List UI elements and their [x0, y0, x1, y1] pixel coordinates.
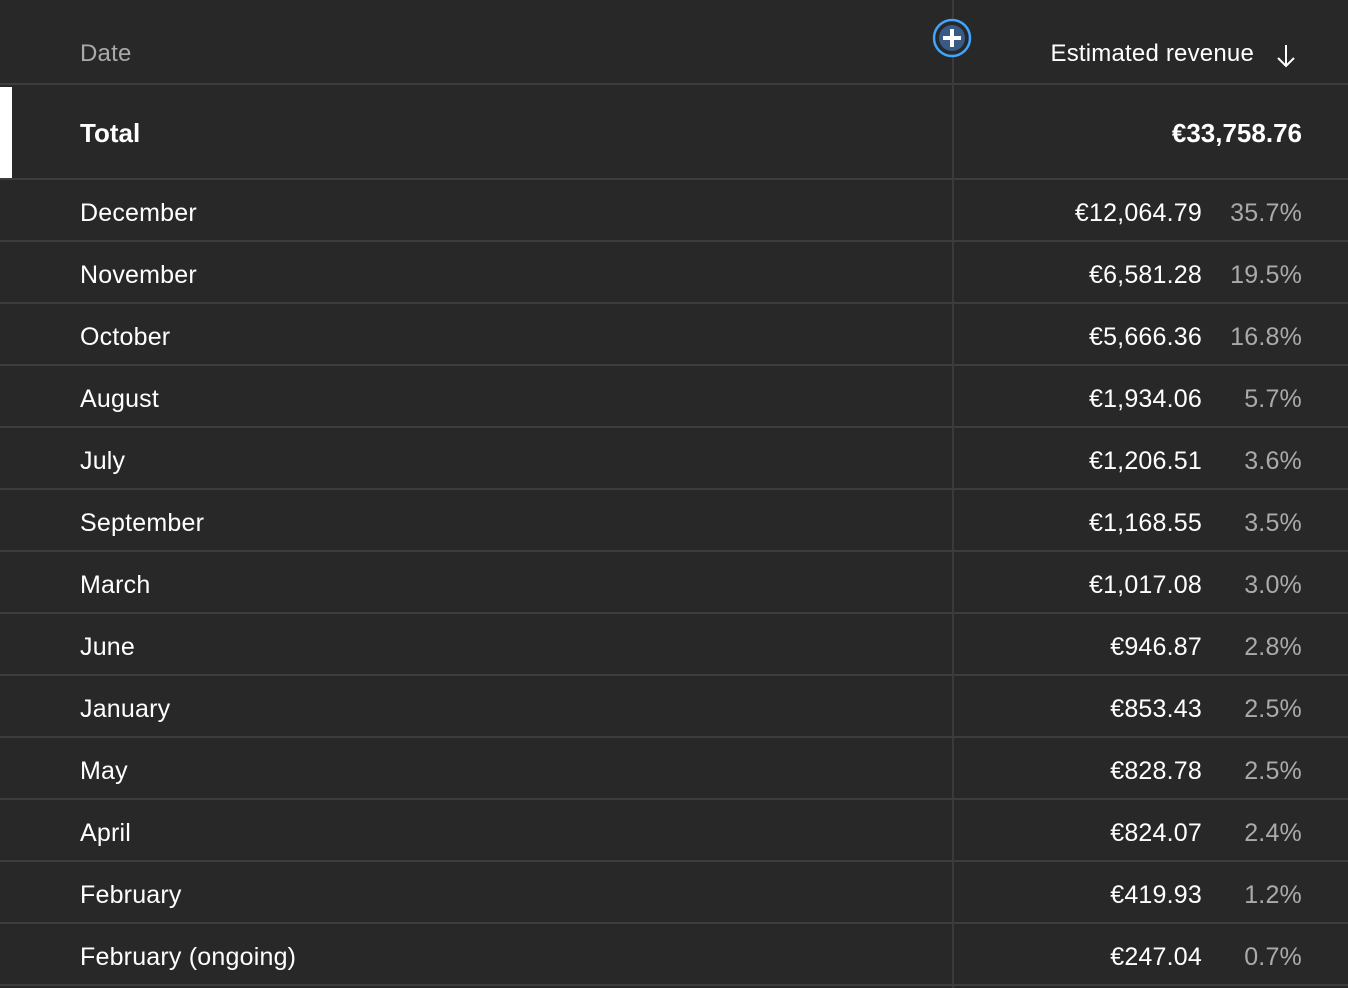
row-revenue-percent: 2.5% [1244, 695, 1302, 723]
row-date-label: January [80, 695, 171, 723]
revenue-table: Date Estimated revenue Total €33,758.76 … [0, 0, 1348, 988]
row-revenue-percent: 2.5% [1244, 757, 1302, 785]
total-value: €33,758.76 [1171, 118, 1302, 148]
selected-row-marker [0, 87, 12, 178]
row-date-label: November [80, 261, 197, 289]
table-row[interactable]: March €1,017.08 3.0% [0, 552, 1348, 614]
table-row[interactable]: December €12,064.79 35.7% [0, 180, 1348, 242]
row-revenue-value: €946.87 [1110, 633, 1202, 661]
table-row[interactable]: August €1,934.06 5.7% [0, 366, 1348, 428]
row-revenue-percent: 3.5% [1244, 509, 1302, 537]
table-row[interactable]: February €419.93 1.2% [0, 862, 1348, 924]
row-revenue-percent: 5.7% [1244, 385, 1302, 413]
row-revenue-percent: 1.2% [1244, 881, 1302, 909]
row-date-label: August [80, 385, 160, 413]
row-revenue-value: €1,934.06 [1088, 385, 1202, 413]
row-revenue-percent: 35.7% [1230, 199, 1302, 227]
row-revenue-percent: 2.4% [1244, 819, 1302, 847]
row-revenue-percent: 16.8% [1230, 323, 1302, 351]
row-revenue-value: €6,581.28 [1088, 261, 1202, 289]
row-date-label: October [80, 323, 171, 351]
total-label: Total [80, 118, 141, 148]
row-revenue-value: €828.78 [1110, 757, 1202, 785]
table-row[interactable]: September €1,168.55 3.5% [0, 490, 1348, 552]
row-revenue-percent: 3.0% [1244, 571, 1302, 599]
table-row[interactable]: April €824.07 2.4% [0, 800, 1348, 862]
table-row[interactable]: October €5,666.36 16.8% [0, 304, 1348, 366]
row-date-label: February (ongoing) [80, 943, 297, 971]
arrow-down-icon[interactable] [1274, 42, 1298, 70]
table-row[interactable]: January €853.43 2.5% [0, 676, 1348, 738]
table-header: Date Estimated revenue [0, 0, 1348, 85]
row-revenue-value: €853.43 [1110, 695, 1202, 723]
row-revenue-value: €1,206.51 [1088, 447, 1202, 475]
row-revenue-value: €1,168.55 [1088, 509, 1202, 537]
row-revenue-percent: 0.7% [1244, 943, 1302, 971]
table-row[interactable]: June €946.87 2.8% [0, 614, 1348, 676]
row-revenue-value: €12,064.79 [1074, 199, 1202, 227]
table-row[interactable]: May €828.78 2.5% [0, 738, 1348, 800]
total-row: Total €33,758.76 [0, 85, 1348, 180]
row-revenue-value: €419.93 [1110, 881, 1202, 909]
row-date-label: May [80, 757, 128, 785]
add-circle-icon[interactable] [932, 18, 972, 58]
row-date-label: July [80, 447, 126, 475]
row-revenue-value: €1,017.08 [1088, 571, 1202, 599]
row-revenue-value: €824.07 [1110, 819, 1202, 847]
row-date-label: September [80, 509, 205, 537]
row-revenue-value: €247.04 [1110, 943, 1202, 971]
date-column-header[interactable]: Date [80, 40, 132, 68]
table-row[interactable]: July €1,206.51 3.6% [0, 428, 1348, 490]
row-date-label: December [80, 199, 197, 227]
table-row[interactable]: November €6,581.28 19.5% [0, 242, 1348, 304]
row-date-label: April [80, 819, 132, 847]
row-revenue-percent: 3.6% [1244, 447, 1302, 475]
row-revenue-percent: 19.5% [1230, 261, 1302, 289]
row-date-label: February [80, 881, 182, 909]
row-revenue-value: €5,666.36 [1088, 323, 1202, 351]
revenue-column-header[interactable]: Estimated revenue [1050, 40, 1254, 68]
row-revenue-percent: 2.8% [1244, 633, 1302, 661]
row-date-label: March [80, 571, 151, 599]
table-row[interactable]: February (ongoing) €247.04 0.7% [0, 924, 1348, 986]
row-date-label: June [80, 633, 136, 661]
